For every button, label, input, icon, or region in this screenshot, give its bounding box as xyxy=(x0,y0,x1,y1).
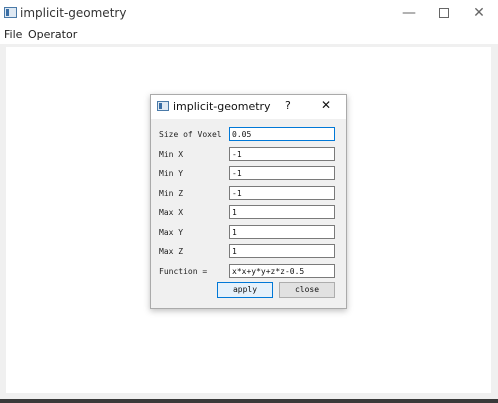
min-z-label: Min Z xyxy=(159,189,184,198)
main-titlebar: implicit-geometry — ✕ xyxy=(0,0,498,26)
function-input[interactable]: x*x+y*y+z*z-0.5 xyxy=(229,264,335,278)
min-x-label: Min X xyxy=(159,150,184,159)
max-x-label: Max X xyxy=(159,208,184,217)
max-z-input[interactable]: 1 xyxy=(229,244,335,258)
max-y-input[interactable]: 1 xyxy=(229,225,335,239)
bottom-border xyxy=(0,399,498,403)
min-y-input[interactable]: -1 xyxy=(229,166,335,180)
voxel-size-input[interactable]: 0.05 xyxy=(229,127,335,141)
max-y-label: Max Y xyxy=(159,228,184,237)
voxel-size-label: Size of Voxel xyxy=(159,130,222,139)
max-x-input[interactable]: 1 xyxy=(229,205,335,219)
help-button[interactable]: ? xyxy=(285,99,291,112)
min-z-input[interactable]: -1 xyxy=(229,186,335,200)
menu-operator[interactable]: Operator xyxy=(28,28,77,41)
dialog-titlebar: implicit-geometry ? ✕ xyxy=(151,95,346,119)
dialog-title: implicit-geometry xyxy=(173,100,271,113)
max-z-label: Max Z xyxy=(159,247,184,256)
app-window-icon xyxy=(4,7,17,18)
implicit-geometry-dialog: implicit-geometry ? ✕ Size of Voxel 0.05… xyxy=(150,94,347,309)
apply-button[interactable]: apply xyxy=(217,282,273,298)
minimize-button[interactable]: — xyxy=(395,4,423,22)
dialog-window-icon xyxy=(157,101,169,111)
menu-file[interactable]: File xyxy=(4,28,22,41)
window-title: implicit-geometry xyxy=(20,6,127,20)
window-close-button[interactable]: ✕ xyxy=(465,4,493,22)
menubar: File Operator xyxy=(0,26,498,44)
close-button[interactable]: close xyxy=(279,282,335,298)
min-y-label: Min Y xyxy=(159,169,184,178)
min-x-input[interactable]: -1 xyxy=(229,147,335,161)
maximize-icon xyxy=(439,8,449,18)
function-label: Function = xyxy=(159,267,208,276)
dialog-close-button[interactable]: ✕ xyxy=(321,98,331,112)
maximize-button[interactable] xyxy=(430,4,458,22)
